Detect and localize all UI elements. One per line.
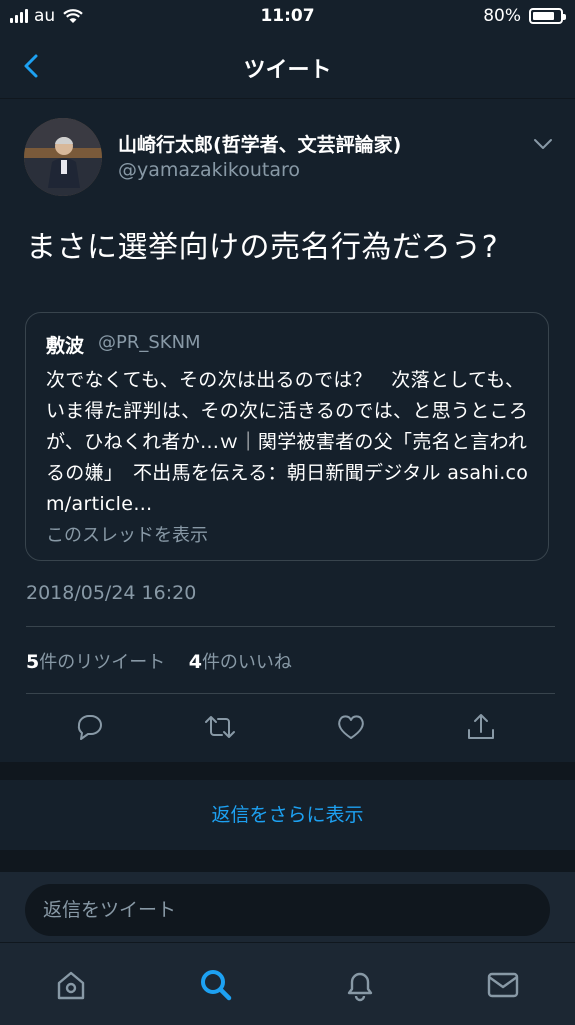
quoted-tweet[interactable]: 敷波 @PR_SKNM 次でなくても、その次は出るのでは？ 次落としても、いま得…	[25, 312, 549, 561]
status-bar: au 11:07 80%	[0, 0, 575, 34]
avatar[interactable]	[24, 118, 102, 196]
chevron-down-icon	[534, 139, 552, 149]
reply-input[interactable]	[25, 884, 550, 936]
tab-notifications[interactable]	[340, 965, 380, 1005]
like-button[interactable]	[334, 710, 368, 744]
section-separator	[0, 762, 575, 780]
author-handle[interactable]: @yamazakikoutaro	[118, 159, 300, 181]
search-icon	[201, 970, 232, 1001]
divider	[26, 693, 555, 694]
battery-icon	[529, 8, 566, 24]
battery-percent: 80%	[483, 6, 521, 26]
retweet-icon	[205, 716, 235, 738]
reply-icon	[77, 715, 102, 740]
home-icon	[57, 971, 85, 1000]
notifications-icon	[347, 972, 373, 1002]
retweet-label: 件のリツイート	[39, 652, 166, 673]
tweet-actions	[0, 708, 575, 748]
retweet-count: 5	[26, 651, 40, 673]
tweet-options-button[interactable]	[532, 136, 554, 152]
tab-bar	[0, 942, 575, 1025]
quoted-tweet-text: 次でなくても、その次は出るのでは？ 次落としても、いま得た評判は、その次に活きる…	[46, 369, 529, 515]
tweet-text: まさに選挙向けの売名行為だろう?	[26, 230, 499, 265]
heart-icon	[338, 715, 364, 739]
share-button[interactable]	[464, 710, 498, 744]
tab-search[interactable]	[196, 965, 236, 1005]
like-stat[interactable]: 4件のいいね	[188, 651, 292, 673]
tweet-stats: 5件のリツイート 4件のいいね	[26, 648, 292, 674]
tweet-timestamp: 2018/05/24 16:20	[26, 582, 197, 604]
share-icon	[468, 714, 494, 739]
status-bar-right: 80%	[483, 6, 566, 26]
nav-bar: ツイート	[0, 34, 575, 99]
show-more-replies-button[interactable]: 返信をさらに表示	[0, 780, 575, 850]
quoted-author-name: 敷波	[46, 335, 85, 357]
author-name[interactable]: 山崎行太郎(哲学者、文芸評論家)	[118, 130, 401, 157]
avatar-image	[24, 118, 102, 196]
quoted-author-handle: @PR_SKNM	[98, 332, 201, 353]
tab-home[interactable]	[51, 965, 91, 1005]
reply-button[interactable]	[73, 710, 107, 744]
retweet-stat[interactable]: 5件のリツイート	[26, 651, 166, 673]
tab-messages[interactable]	[483, 965, 523, 1005]
like-count: 4	[188, 651, 202, 673]
page-title: ツイート	[243, 58, 332, 83]
messages-icon	[487, 972, 519, 998]
divider	[26, 626, 555, 627]
retweet-button[interactable]	[203, 710, 237, 744]
section-separator	[0, 850, 575, 872]
battery-fill	[533, 12, 554, 20]
like-label: 件のいいね	[201, 652, 292, 673]
show-thread-link[interactable]: このスレッドを表示	[46, 521, 208, 547]
reply-compose-bar	[0, 872, 575, 942]
